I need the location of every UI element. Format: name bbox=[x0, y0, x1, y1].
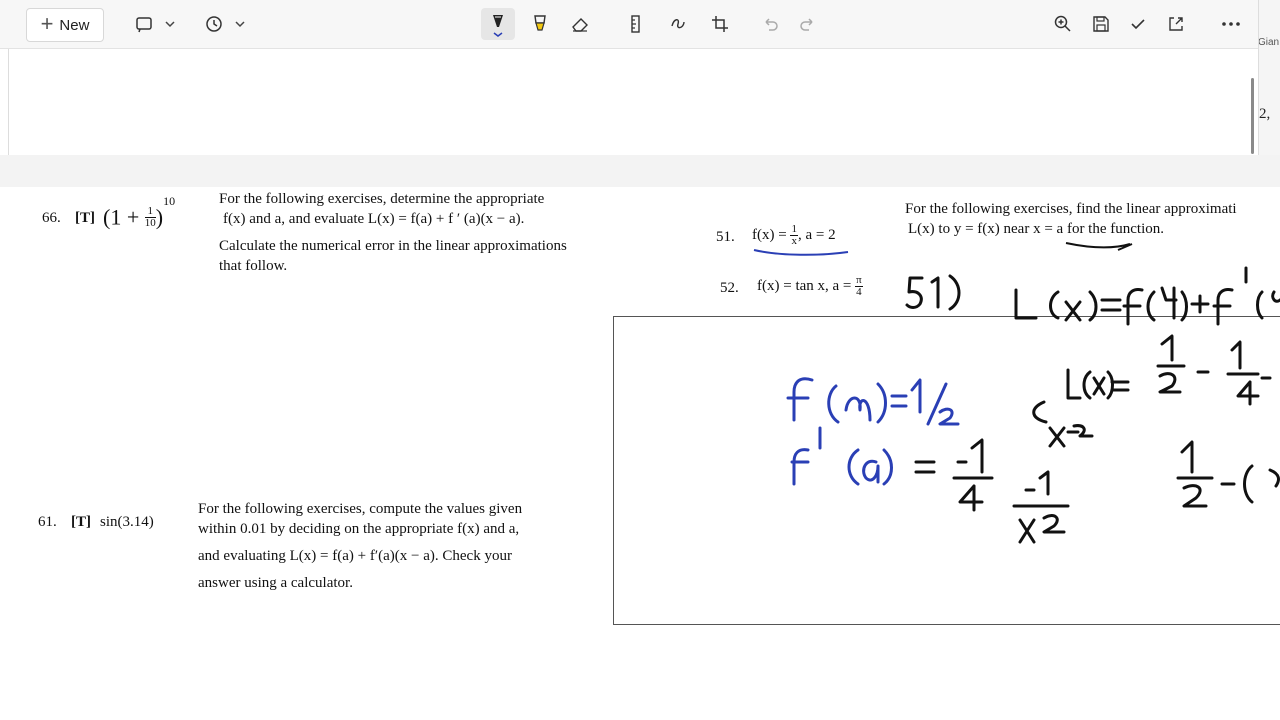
exercise-51-number: 51. bbox=[716, 229, 735, 245]
inking-canvas-frame[interactable] bbox=[613, 316, 1280, 625]
plus-icon: + bbox=[40, 11, 54, 36]
exercise-61-line-3: and evaluating L(x) = f(a) + f′(a)(x − a… bbox=[198, 548, 512, 564]
exercise-66-number: 66. bbox=[42, 210, 61, 226]
chevron-down-icon[interactable] bbox=[160, 8, 180, 40]
app-toolbar: + New bbox=[0, 0, 1258, 49]
background-window-peek: Gian 2, bbox=[1258, 0, 1280, 155]
history-icon[interactable] bbox=[200, 8, 228, 40]
new-button[interactable]: + New bbox=[26, 8, 104, 42]
ruler-icon[interactable] bbox=[622, 8, 650, 40]
window-peek-name: Gian bbox=[1258, 37, 1280, 48]
exercise-66-intro-line-1: For the following exercises, determine t… bbox=[219, 191, 545, 207]
exercise-66-tag: [T] bbox=[75, 210, 95, 226]
checkmark-icon[interactable] bbox=[1124, 8, 1152, 40]
undo-icon[interactable] bbox=[756, 8, 784, 40]
exercise-61-expression: sin(3.14) bbox=[100, 514, 154, 530]
exercise-61-line-4: answer using a calculator. bbox=[198, 575, 353, 591]
exercise-61-tag: [T] bbox=[71, 514, 91, 530]
ballpoint-pen-icon[interactable] bbox=[481, 8, 515, 40]
save-icon[interactable] bbox=[1087, 8, 1115, 40]
shape-select-icon[interactable] bbox=[130, 8, 158, 40]
exercise-61-number: 61. bbox=[38, 514, 57, 530]
page-gap bbox=[0, 155, 1280, 187]
exercise-66-intro-line-3: Calculate the numerical error in the lin… bbox=[219, 238, 567, 254]
vertical-scrollbar-thumb[interactable] bbox=[1251, 78, 1254, 154]
crop-icon[interactable] bbox=[706, 8, 734, 40]
zoom-icon[interactable] bbox=[1049, 8, 1077, 40]
more-options-icon[interactable] bbox=[1216, 8, 1246, 40]
exercise-61-line-1: For the following exercises, compute the… bbox=[198, 501, 523, 517]
previous-page-area bbox=[8, 49, 1251, 155]
linear-approx-intro-line-2: L(x) to y = f(x) near x = a for the func… bbox=[908, 221, 1164, 237]
exercise-52-number: 52. bbox=[720, 280, 739, 296]
exercise-66-intro-line-4: that follow. bbox=[219, 258, 288, 274]
eraser-icon[interactable] bbox=[566, 8, 594, 40]
exercise-61-line-2: within 0.01 by deciding on the appropria… bbox=[198, 521, 520, 537]
share-icon[interactable] bbox=[1162, 8, 1190, 40]
touch-writing-icon[interactable] bbox=[664, 8, 692, 40]
exercise-52-expression: f(x) = tan x, a = π4 bbox=[757, 274, 863, 298]
exercise-51-expression: f(x) = 1x, a = 2 bbox=[752, 223, 836, 247]
new-button-label: New bbox=[59, 16, 90, 34]
exercise-66-expression: (1 + 1 10)10 bbox=[103, 194, 176, 230]
redo-icon[interactable] bbox=[794, 8, 822, 40]
exercise-66-intro-line-2: f(x) and a, and evaluate L(x) = f(a) + f… bbox=[223, 211, 525, 227]
chevron-down-icon[interactable] bbox=[230, 8, 250, 40]
highlighter-icon[interactable] bbox=[526, 8, 554, 40]
window-peek-text: 2, bbox=[1259, 106, 1271, 122]
linear-approx-intro-line-1: For the following exercises, find the li… bbox=[905, 201, 1237, 217]
